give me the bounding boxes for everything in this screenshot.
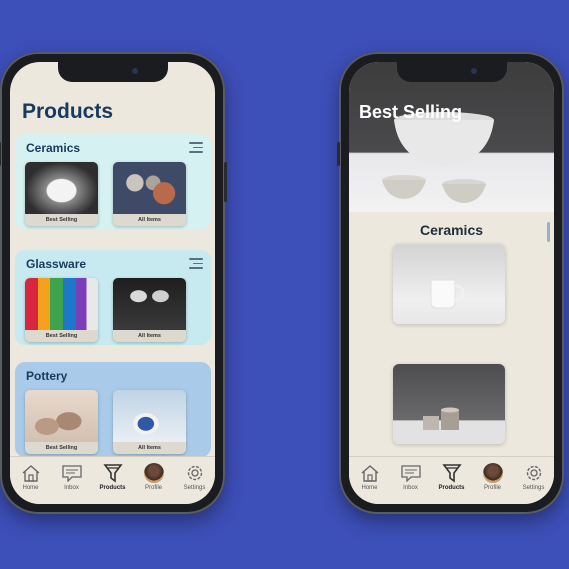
tab-inbox[interactable]: Inbox: [53, 462, 91, 491]
thumb-label: All Items: [113, 214, 186, 226]
tab-label: Inbox: [403, 485, 418, 491]
gear-icon: [526, 465, 541, 481]
thumb-best-selling[interactable]: Best Selling: [25, 390, 98, 454]
category-card-pottery[interactable]: Pottery Best Selling All Items: [15, 362, 211, 457]
blue-vase-image: [113, 390, 186, 442]
hero-title: Best Selling: [359, 102, 463, 122]
home-icon: [361, 465, 378, 482]
tab-label: Profile: [483, 485, 501, 491]
tab-label: Settings: [522, 485, 545, 491]
colored-bottles-image: [25, 278, 98, 330]
camera: [470, 68, 477, 74]
notch: [57, 62, 168, 82]
tab-label: Products: [438, 485, 465, 491]
category-card-glassware[interactable]: Glassware Best Selling All Items: [15, 250, 211, 345]
section-title: Ceramics: [419, 222, 484, 238]
inbox-icon: [61, 465, 82, 482]
thumb-best-selling[interactable]: Best Selling: [25, 162, 98, 226]
notch: [396, 62, 507, 82]
best-selling-screen: Best Selling Ceramics Home Inbox Product…: [349, 62, 554, 504]
teapots-image: [113, 162, 186, 214]
avatar: [143, 463, 164, 483]
menu-icon[interactable]: [189, 258, 203, 272]
tab-label: Home: [22, 485, 39, 491]
product-card-cup[interactable]: [393, 244, 505, 324]
vases-image: [25, 390, 98, 442]
category-card-ceramics[interactable]: Ceramics Best Selling All Items: [15, 134, 211, 229]
product-card-jars[interactable]: [393, 364, 505, 444]
products-screen: Products Ceramics Best Selling All Items…: [10, 62, 215, 504]
camera: [131, 68, 138, 74]
wine-glasses-image: [113, 278, 186, 330]
bowls-illustration: [382, 112, 494, 203]
category-title: Pottery: [26, 369, 68, 383]
avatar: [482, 463, 503, 483]
side-button: [0, 142, 1, 166]
power-button: [224, 162, 227, 202]
tab-label: Profile: [144, 485, 162, 491]
tab-home[interactable]: Home: [351, 462, 389, 491]
side-button: [337, 142, 340, 166]
tab-products[interactable]: Products: [433, 462, 471, 491]
ceramic-bowl-image: [25, 162, 98, 214]
phone-left: Products Ceramics Best Selling All Items…: [0, 52, 227, 514]
phone-right: Best Selling Ceramics Home Inbox Product…: [337, 52, 564, 514]
gear-icon: [187, 465, 202, 481]
hero-image: [349, 62, 554, 212]
tab-profile[interactable]: Profile: [135, 462, 173, 491]
page-title: Products: [22, 100, 114, 123]
filter-icon: [102, 464, 123, 483]
tab-profile[interactable]: Profile: [474, 462, 512, 491]
thumb-label: Best Selling: [25, 214, 98, 226]
thumb-best-selling[interactable]: Best Selling: [25, 278, 98, 342]
tab-home[interactable]: Home: [12, 462, 50, 491]
category-title: Ceramics: [26, 141, 81, 155]
tab-label: Home: [361, 485, 378, 491]
thumb-all-items[interactable]: All Items: [113, 278, 186, 342]
thumb-label: All Items: [113, 330, 186, 342]
tab-label: Products: [99, 485, 126, 491]
tab-label: Settings: [183, 485, 206, 491]
inbox-icon: [400, 465, 421, 482]
thumb-all-items[interactable]: All Items: [113, 162, 186, 226]
cup-image: [430, 279, 465, 309]
thumb-label: All Items: [113, 442, 186, 454]
tab-settings[interactable]: Settings: [515, 462, 553, 491]
tab-products[interactable]: Products: [94, 462, 132, 491]
thumb-label: Best Selling: [25, 442, 98, 454]
thumb-label: Best Selling: [25, 330, 98, 342]
home-icon: [22, 465, 39, 482]
tab-bar: Home Inbox Products Profile Settings: [349, 456, 554, 504]
filter-icon: [441, 464, 462, 483]
tab-inbox[interactable]: Inbox: [392, 462, 430, 491]
menu-icon[interactable]: [189, 142, 203, 156]
tab-settings[interactable]: Settings: [176, 462, 214, 491]
thumb-all-items[interactable]: All Items: [113, 390, 186, 454]
tab-bar: Home Inbox Products Profile Settings: [10, 456, 215, 504]
jars-image: [423, 407, 459, 430]
tab-label: Inbox: [64, 485, 79, 491]
category-title: Glassware: [26, 257, 87, 271]
